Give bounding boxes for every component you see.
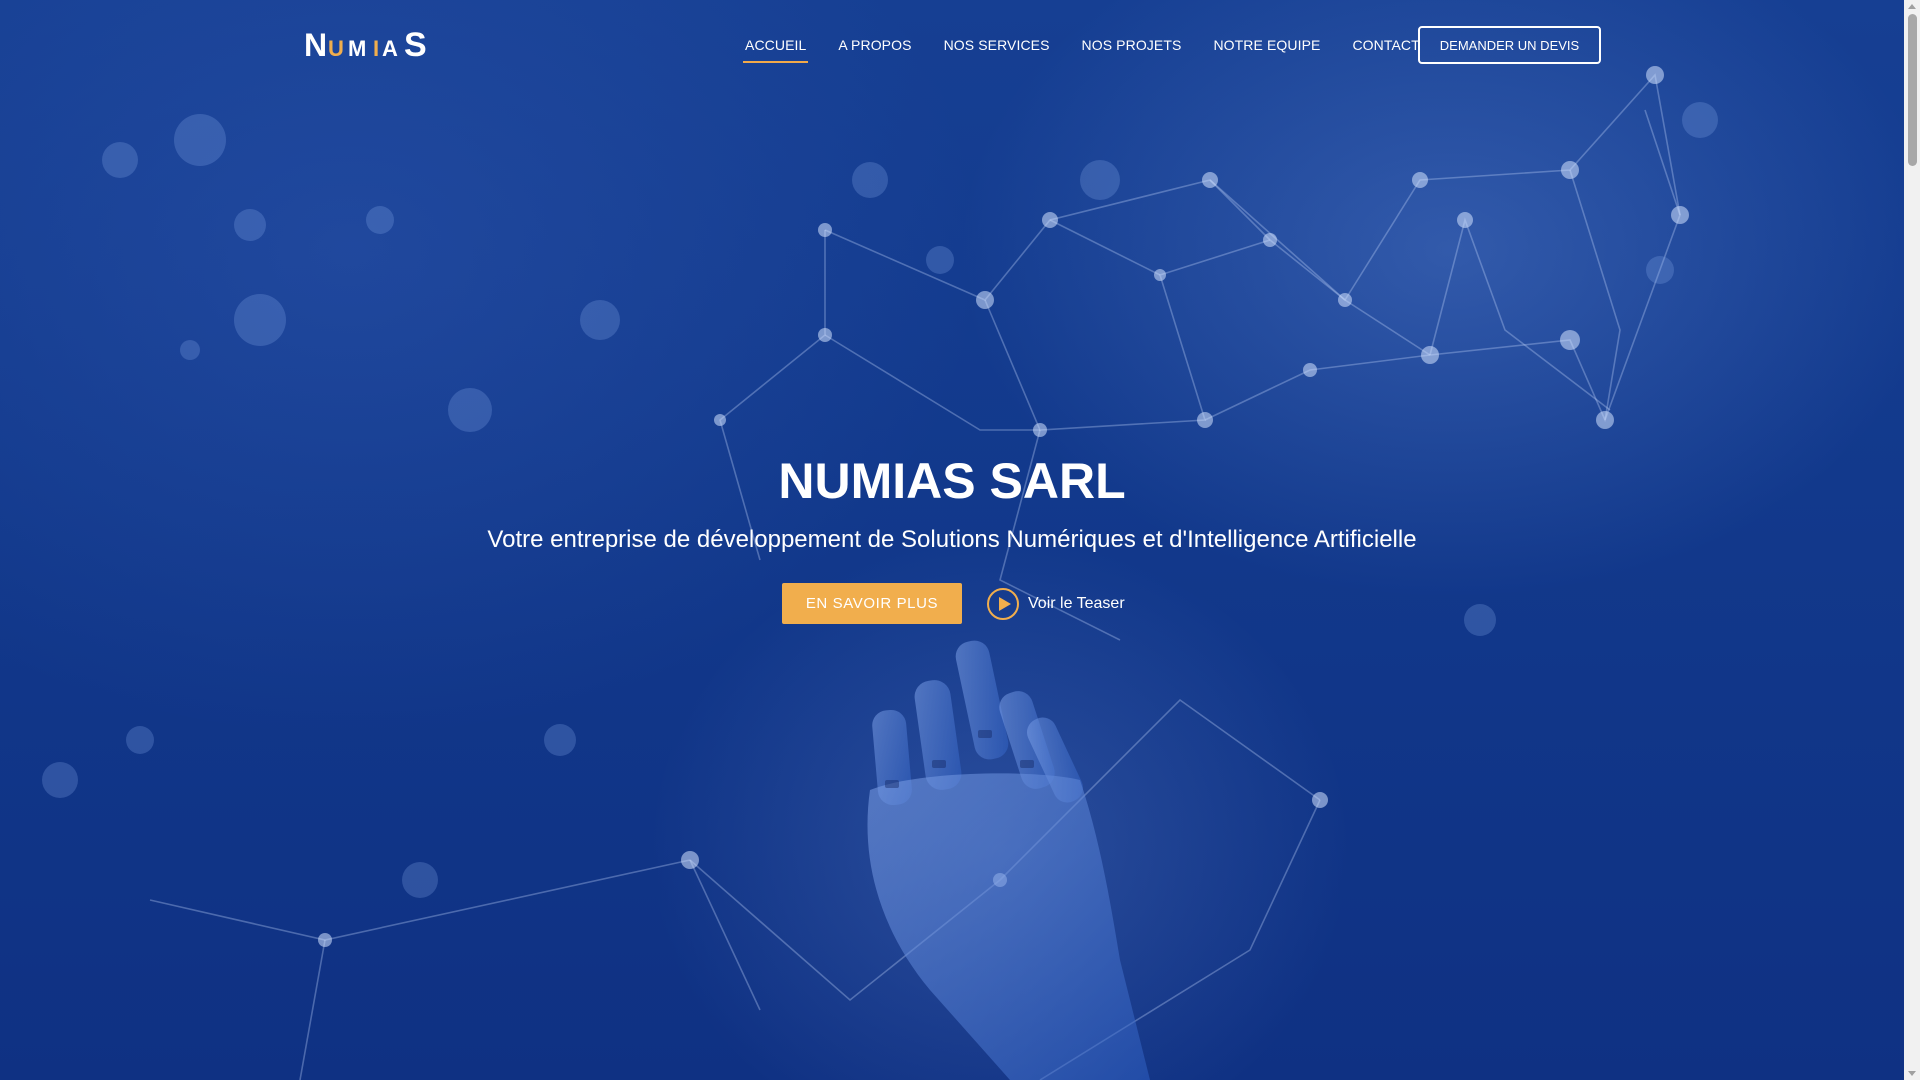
nav-item-accueil[interactable]: ACCUEIL — [742, 37, 809, 63]
svg-text:U: U — [328, 36, 344, 60]
numias-logo[interactable]: N U M I A S — [304, 28, 446, 60]
scroll-down-arrow-icon[interactable] — [1908, 1071, 1916, 1076]
watch-teaser-link[interactable]: Voir le Teaser — [987, 588, 1125, 620]
svg-text:I: I — [373, 36, 379, 60]
learn-more-button[interactable]: EN SAVOIR PLUS — [782, 583, 962, 624]
play-circle-icon[interactable] — [987, 588, 1019, 620]
scrollbar-thumb[interactable] — [1908, 14, 1917, 166]
hero-subtitle: Votre entreprise de développement de Sol… — [487, 526, 1417, 553]
svg-text:N: N — [304, 28, 327, 60]
scroll-up-arrow-icon[interactable] — [1908, 4, 1916, 9]
svg-text:S: S — [404, 28, 427, 60]
request-quote-button[interactable]: DEMANDER UN DEVIS — [1418, 26, 1601, 64]
hero-section: N U M I A S ACCUEIL A PROPOS NOS SERVICE… — [0, 0, 1904, 1080]
hero-title: NUMIAS SARL — [778, 453, 1126, 509]
svg-text:A: A — [382, 36, 398, 60]
page-scrollbar[interactable] — [1904, 0, 1920, 1080]
nav-item-nos-projets[interactable]: NOS PROJETS — [1082, 37, 1182, 53]
svg-text:M: M — [348, 36, 366, 60]
main-nav: ACCUEIL A PROPOS NOS SERVICES NOS PROJET… — [742, 30, 1452, 63]
nav-item-contact[interactable]: CONTACT — [1352, 37, 1419, 53]
nav-item-notre-equipe[interactable]: NOTRE EQUIPE — [1213, 37, 1320, 53]
nav-item-nos-services[interactable]: NOS SERVICES — [944, 37, 1050, 53]
teaser-label: Voir le Teaser — [1028, 595, 1125, 612]
nav-item-a-propos[interactable]: A PROPOS — [838, 37, 911, 53]
